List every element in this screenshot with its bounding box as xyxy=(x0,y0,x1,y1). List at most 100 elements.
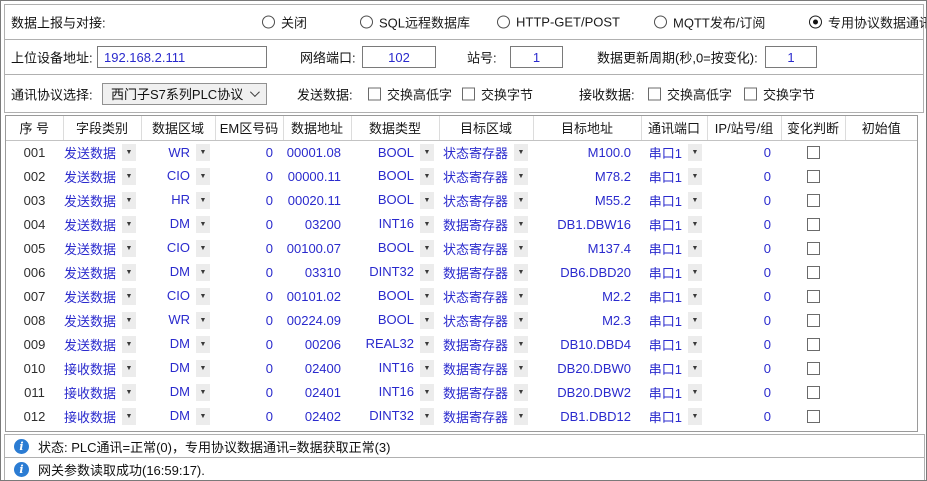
dropdown-arrow-icon[interactable]: ▼ xyxy=(514,144,528,161)
cell-comm-port[interactable]: 串口1▼ xyxy=(641,332,707,356)
dropdown-arrow-icon[interactable]: ▼ xyxy=(420,216,434,233)
cell-data-area[interactable]: CIO▼ xyxy=(141,164,215,188)
cell-comm-port[interactable]: 串口1▼ xyxy=(641,164,707,188)
cell-target-area[interactable]: 数据寄存器▼ xyxy=(439,380,533,404)
cell-data-area[interactable]: CIO▼ xyxy=(141,284,215,308)
cell-em-number[interactable]: 0 xyxy=(215,284,283,308)
cell-initial-value[interactable] xyxy=(845,284,917,308)
dropdown-arrow-icon[interactable]: ▼ xyxy=(688,312,702,329)
cell-change-detect[interactable] xyxy=(781,404,845,428)
cell-initial-value[interactable] xyxy=(845,380,917,404)
cell-target-address[interactable]: M55.2 xyxy=(533,188,641,212)
cell-em-number[interactable]: 0 xyxy=(215,356,283,380)
dropdown-arrow-icon[interactable]: ▼ xyxy=(122,408,136,425)
checkbox-icon[interactable] xyxy=(807,218,820,231)
cell-data-address[interactable]: 00224.09 xyxy=(283,308,351,332)
column-header[interactable]: 数据类型 xyxy=(351,116,439,140)
cell-target-address[interactable]: DB20.DBW0 xyxy=(533,356,641,380)
dropdown-arrow-icon[interactable]: ▼ xyxy=(514,264,528,281)
column-header[interactable]: 目标地址 xyxy=(533,116,641,140)
cell-field-type[interactable]: 发送数据▼ xyxy=(63,188,141,212)
cell-target-address[interactable]: DB20.DBW2 xyxy=(533,380,641,404)
dropdown-arrow-icon[interactable]: ▼ xyxy=(196,288,210,305)
cell-em-number[interactable]: 0 xyxy=(215,188,283,212)
column-header[interactable]: 目标区域 xyxy=(439,116,533,140)
cell-field-type[interactable]: 发送数据▼ xyxy=(63,164,141,188)
cell-comm-port[interactable]: 串口1▼ xyxy=(641,212,707,236)
dropdown-arrow-icon[interactable]: ▼ xyxy=(196,168,210,185)
cell-change-detect[interactable] xyxy=(781,332,845,356)
cell-change-detect[interactable] xyxy=(781,140,845,164)
dropdown-arrow-icon[interactable]: ▼ xyxy=(688,408,702,425)
cell-target-area[interactable]: 状态寄存器▼ xyxy=(439,140,533,164)
recv-swap-byte-checkbox[interactable]: 交换字节 xyxy=(744,84,815,103)
cell-data-type[interactable]: BOOL▼ xyxy=(351,308,439,332)
cell-ip-station[interactable]: 0 xyxy=(707,404,781,428)
cell-field-type[interactable]: 接收数据▼ xyxy=(63,356,141,380)
checkbox-icon[interactable] xyxy=(807,146,820,159)
dropdown-arrow-icon[interactable]: ▼ xyxy=(420,144,434,161)
cell-initial-value[interactable] xyxy=(845,188,917,212)
dropdown-arrow-icon[interactable]: ▼ xyxy=(688,144,702,161)
cell-ip-station[interactable]: 0 xyxy=(707,356,781,380)
dropdown-arrow-icon[interactable]: ▼ xyxy=(196,336,210,353)
column-header[interactable]: 数据区域 xyxy=(141,116,215,140)
dropdown-arrow-icon[interactable]: ▼ xyxy=(420,264,434,281)
dropdown-arrow-icon[interactable]: ▼ xyxy=(196,216,210,233)
cell-initial-value[interactable] xyxy=(845,356,917,380)
cell-data-address[interactable]: 02400 xyxy=(283,356,351,380)
cell-ip-station[interactable]: 0 xyxy=(707,284,781,308)
cell-data-address[interactable]: 00101.02 xyxy=(283,284,351,308)
send-swap-word-checkbox[interactable]: 交换高低字 xyxy=(368,84,452,103)
cell-target-address[interactable]: M78.2 xyxy=(533,164,641,188)
cell-data-address[interactable]: 00020.11 xyxy=(283,188,351,212)
dropdown-arrow-icon[interactable]: ▼ xyxy=(514,192,528,209)
cell-data-area[interactable]: DM▼ xyxy=(141,332,215,356)
column-header[interactable]: EM区号码 xyxy=(215,116,283,140)
dropdown-arrow-icon[interactable]: ▼ xyxy=(514,168,528,185)
cell-initial-value[interactable] xyxy=(845,164,917,188)
radio-option[interactable]: SQL远程数据库 xyxy=(360,13,470,32)
dropdown-arrow-icon[interactable]: ▼ xyxy=(688,168,702,185)
dropdown-arrow-icon[interactable]: ▼ xyxy=(122,264,136,281)
cell-em-number[interactable]: 0 xyxy=(215,140,283,164)
cell-field-type[interactable]: 发送数据▼ xyxy=(63,236,141,260)
dropdown-arrow-icon[interactable]: ▼ xyxy=(196,312,210,329)
cell-data-area[interactable]: DM▼ xyxy=(141,212,215,236)
cell-comm-port[interactable]: 串口1▼ xyxy=(641,236,707,260)
radio-option[interactable]: 专用协议数据通讯 xyxy=(809,13,927,32)
dropdown-arrow-icon[interactable]: ▼ xyxy=(514,216,528,233)
dropdown-arrow-icon[interactable]: ▼ xyxy=(122,192,136,209)
cell-field-type[interactable]: 发送数据▼ xyxy=(63,140,141,164)
cell-ip-station[interactable]: 0 xyxy=(707,260,781,284)
radio-option[interactable]: HTTP-GET/POST xyxy=(497,15,620,30)
cell-target-area[interactable]: 状态寄存器▼ xyxy=(439,188,533,212)
cell-initial-value[interactable] xyxy=(845,332,917,356)
dropdown-arrow-icon[interactable]: ▼ xyxy=(420,336,434,353)
cell-em-number[interactable]: 0 xyxy=(215,164,283,188)
dropdown-arrow-icon[interactable]: ▼ xyxy=(122,168,136,185)
cell-target-area[interactable]: 数据寄存器▼ xyxy=(439,332,533,356)
cell-data-address[interactable]: 03200 xyxy=(283,212,351,236)
cell-data-type[interactable]: BOOL▼ xyxy=(351,284,439,308)
column-header[interactable]: 通讯端口 xyxy=(641,116,707,140)
dropdown-arrow-icon[interactable]: ▼ xyxy=(122,240,136,257)
cell-change-detect[interactable] xyxy=(781,308,845,332)
checkbox-icon[interactable] xyxy=(807,266,820,279)
checkbox-icon[interactable] xyxy=(807,242,820,255)
cell-data-type[interactable]: INT16▼ xyxy=(351,380,439,404)
cell-data-address[interactable]: 03310 xyxy=(283,260,351,284)
cell-target-address[interactable]: M100.0 xyxy=(533,140,641,164)
cell-em-number[interactable]: 0 xyxy=(215,380,283,404)
dropdown-arrow-icon[interactable]: ▼ xyxy=(420,168,434,185)
dropdown-arrow-icon[interactable]: ▼ xyxy=(122,216,136,233)
cell-change-detect[interactable] xyxy=(781,356,845,380)
cell-ip-station[interactable]: 0 xyxy=(707,212,781,236)
checkbox-icon[interactable] xyxy=(807,362,820,375)
cell-initial-value[interactable] xyxy=(845,260,917,284)
dropdown-arrow-icon[interactable]: ▼ xyxy=(514,240,528,257)
dropdown-arrow-icon[interactable]: ▼ xyxy=(420,360,434,377)
cell-comm-port[interactable]: 串口1▼ xyxy=(641,380,707,404)
cell-field-type[interactable]: 接收数据▼ xyxy=(63,380,141,404)
dropdown-arrow-icon[interactable]: ▼ xyxy=(688,360,702,377)
